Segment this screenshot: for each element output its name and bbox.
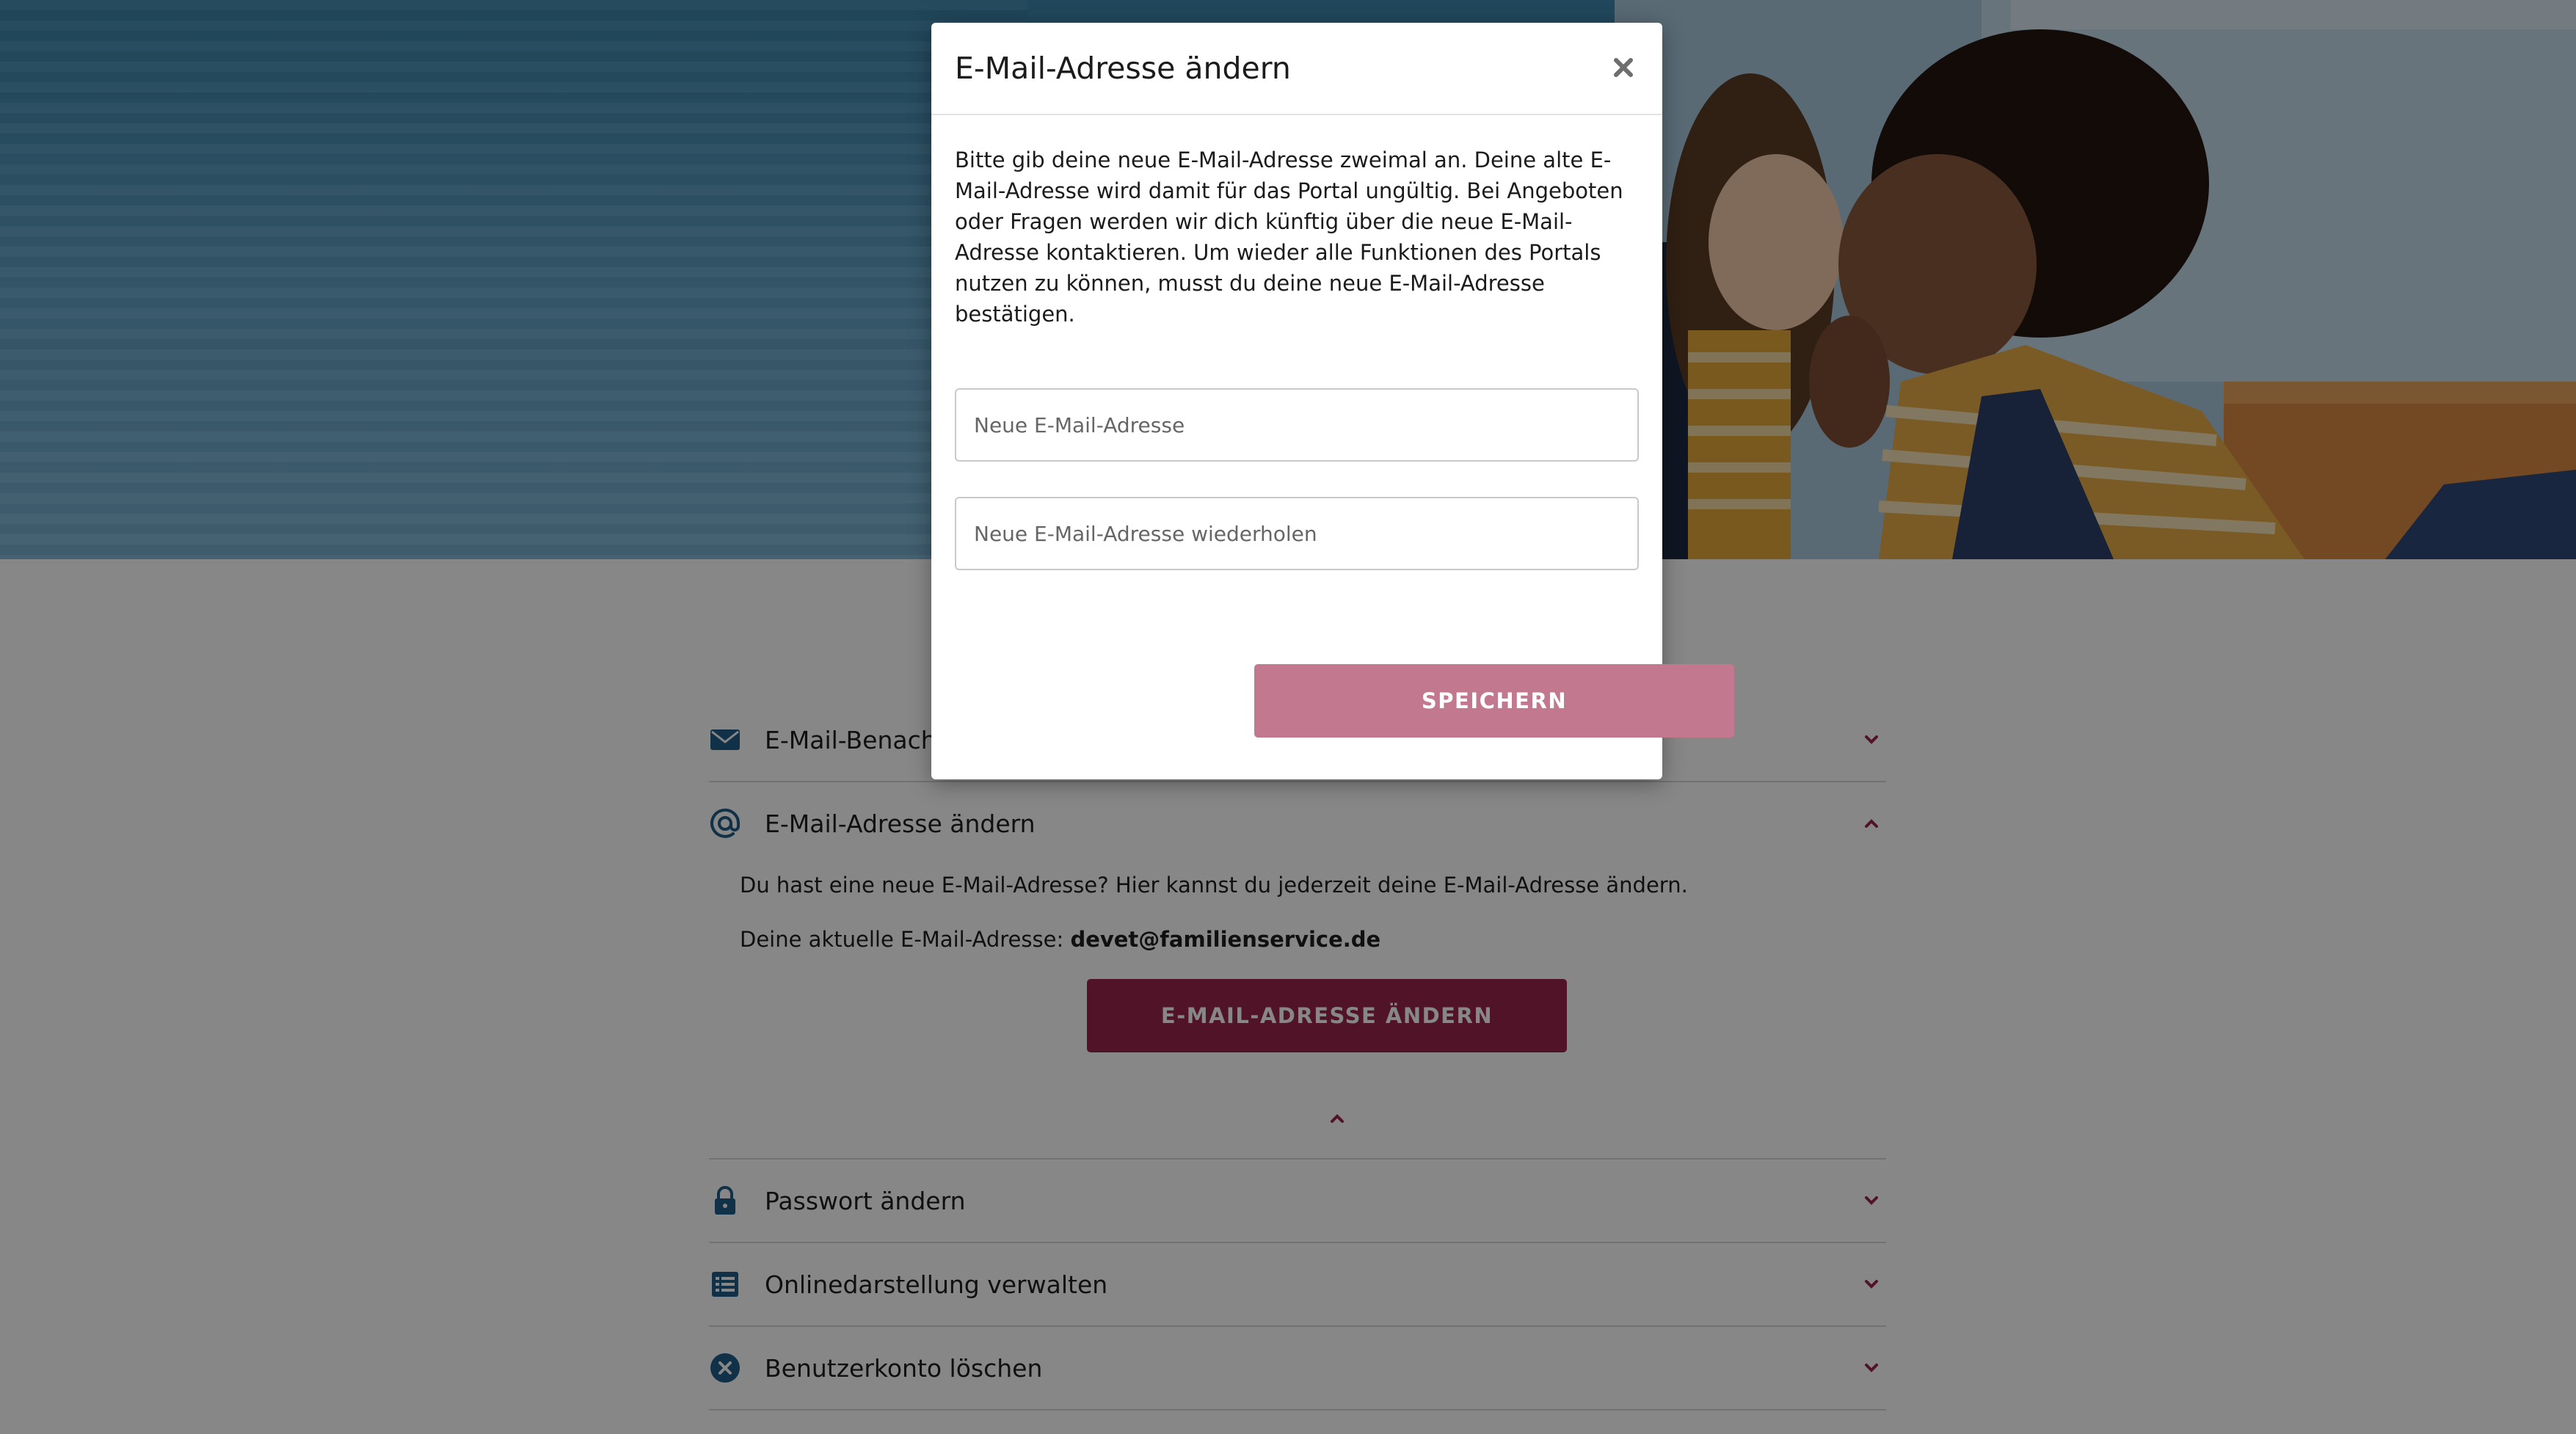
close-icon[interactable] — [1607, 51, 1640, 84]
dialog-description: Bitte gib deine neue E-Mail-Adresse zwei… — [955, 148, 1623, 327]
change-email-dialog: E-Mail-Adresse ändern Bitte gib deine ne… — [931, 23, 1734, 779]
dialog-body: Bitte gib deine neue E-Mail-Adresse zwei… — [931, 115, 1734, 738]
dialog-title: E-Mail-Adresse ändern — [955, 51, 1291, 86]
dialog-header: E-Mail-Adresse ändern — [931, 23, 1662, 115]
repeat-email-input[interactable] — [955, 497, 1639, 570]
save-button[interactable]: SPEICHERN — [1254, 664, 1734, 738]
new-email-input[interactable] — [955, 388, 1639, 462]
